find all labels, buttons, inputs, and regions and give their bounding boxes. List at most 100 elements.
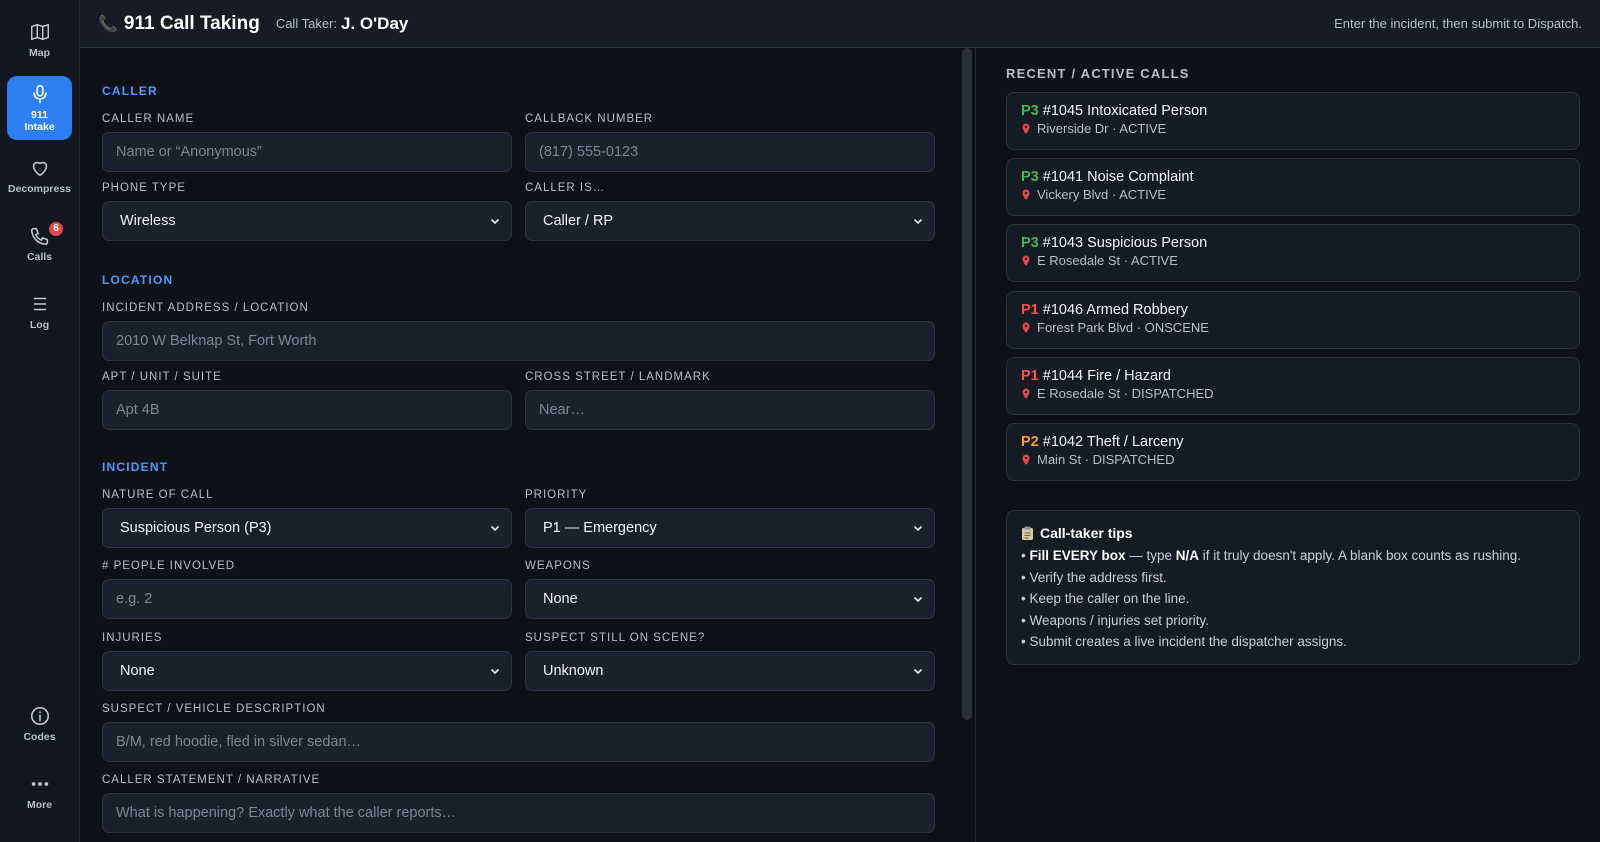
apt-unit-label: APT / UNIT / SUITE xyxy=(102,371,222,383)
sidebar-item-more[interactable]: More xyxy=(7,760,72,824)
caller-is-value: Caller / RP xyxy=(543,213,614,229)
sidebar-item-map[interactable]: Map xyxy=(7,8,72,72)
priority-label: PRIORITY xyxy=(525,489,588,501)
tip-text: Verify the address first. xyxy=(1029,569,1167,585)
weapons-select[interactable]: None xyxy=(525,579,935,619)
suspect-on-scene-select[interactable]: Unknown xyxy=(525,651,935,691)
phone-receiver-icon: 📞 xyxy=(98,15,118,33)
sidebar-item-log[interactable]: Log xyxy=(7,280,72,344)
top-header: 📞 911 Call Taking Call Taker: J. O'Day E… xyxy=(80,0,1600,48)
chevron-down-icon xyxy=(913,525,923,532)
list-icon xyxy=(33,297,46,311)
sidebar: Map 911 Intake Decompress 6 Calls Log Co… xyxy=(0,0,80,842)
more-icon xyxy=(31,782,48,786)
sidebar-item-label: 911 Intake xyxy=(24,108,55,133)
incident-address-input[interactable] xyxy=(102,321,935,361)
intake-form: CALLER CALLER NAME CALLBACK NUMBER PHONE… xyxy=(80,48,976,842)
heart-icon xyxy=(32,161,47,177)
caller-name-input[interactable] xyxy=(102,132,512,172)
caller-is-label: CALLER IS… xyxy=(525,182,606,194)
cross-street-label: CROSS STREET / LANDMARK xyxy=(525,371,711,383)
tip-text: — type xyxy=(1125,548,1176,563)
page-title-text: 911 Call Taking xyxy=(123,12,260,34)
chevron-down-icon xyxy=(913,596,923,603)
suspect-on-scene-value: Unknown xyxy=(543,663,604,679)
location-pin-icon xyxy=(1022,255,1030,266)
suspect-on-scene-label: SUSPECT STILL ON SCENE? xyxy=(525,632,706,644)
priority-select[interactable]: P1 — Emergency xyxy=(525,508,935,548)
narrative-label: CALLER STATEMENT / NARRATIVE xyxy=(102,774,321,786)
section-title-incident: INCIDENT xyxy=(102,460,169,474)
incident-address-label: INCIDENT ADDRESS / LOCATION xyxy=(102,302,309,314)
phone-type-select[interactable]: Wireless xyxy=(102,201,512,241)
chevron-down-icon xyxy=(490,525,500,532)
phone-type-label: PHONE TYPE xyxy=(102,182,186,194)
call-taker-tips: Call-taker tips • Fill EVERY box — type … xyxy=(1006,510,1580,665)
info-icon xyxy=(30,706,49,725)
call-title: #1041 Noise Complaint xyxy=(1042,169,1194,185)
cross-street-input[interactable] xyxy=(525,390,935,430)
priority-tag: P3 xyxy=(1021,235,1039,251)
call-card[interactable]: P1 #1044 Fire / Hazard E Rosedale St · DI… xyxy=(1006,357,1580,415)
sidebar-item-decompress[interactable]: Decompress xyxy=(7,144,72,208)
call-detail: E Rosedale St · DISPATCHED xyxy=(1037,386,1214,401)
sidebar-item-label: Map xyxy=(29,46,50,59)
priority-tag: P3 xyxy=(1021,103,1039,119)
location-pin-icon xyxy=(1022,189,1030,200)
section-title-caller: CALLER xyxy=(102,84,158,98)
call-title: #1042 Theft / Larceny xyxy=(1042,434,1184,450)
tip-item: • Fill EVERY box — type N/A if it truly … xyxy=(1021,548,1522,563)
call-detail: Main St · DISPATCHED xyxy=(1037,452,1175,467)
people-involved-label: # PEOPLE INVOLVED xyxy=(102,560,236,572)
tips-title-text: Call-taker tips xyxy=(1040,525,1133,541)
sidebar-item-911-intake[interactable]: 911 Intake xyxy=(7,76,72,140)
people-involved-input[interactable] xyxy=(102,579,512,619)
call-card[interactable]: P3 #1043 Suspicious Person E Rosedale St … xyxy=(1006,224,1580,282)
callback-number-label: CALLBACK NUMBER xyxy=(525,113,654,125)
sidebar-item-codes[interactable]: Codes xyxy=(7,692,72,756)
call-card[interactable]: P3 #1045 Intoxicated Person Riverside Dr … xyxy=(1006,92,1580,150)
phone-type-value: Wireless xyxy=(120,213,176,229)
tip-text: Submit creates a live incident the dispa… xyxy=(1029,634,1347,649)
tip-item: • Submit creates a live incident the dis… xyxy=(1021,634,1347,649)
caller-is-select[interactable]: Caller / RP xyxy=(525,201,935,241)
suspect-description-label: SUSPECT / VEHICLE DESCRIPTION xyxy=(102,703,326,715)
tip-na-text: N/A xyxy=(1175,548,1200,563)
section-title-location: LOCATION xyxy=(102,273,174,287)
sidebar-item-calls[interactable]: 6 Calls xyxy=(7,212,72,276)
location-pin-icon xyxy=(1022,123,1030,134)
call-detail: E Rosedale St · ACTIVE xyxy=(1037,253,1178,268)
narrative-input[interactable] xyxy=(102,793,935,833)
call-card[interactable]: P2 #1042 Theft / Larceny Main St · DISPAT… xyxy=(1006,423,1580,481)
chevron-down-icon xyxy=(490,668,500,675)
call-detail: Riverside Dr · ACTIVE xyxy=(1037,121,1167,136)
call-detail: Vickery Blvd · ACTIVE xyxy=(1037,187,1167,202)
tip-item: • Keep the caller on the line. xyxy=(1021,591,1190,606)
injuries-select[interactable]: None xyxy=(102,651,512,691)
chevron-down-icon xyxy=(490,218,500,225)
call-detail: Forest Park Blvd · ONSCENE xyxy=(1037,320,1209,335)
injuries-value: None xyxy=(120,663,155,679)
sidebar-item-label: Log xyxy=(29,318,50,331)
call-title: #1043 Suspicious Person xyxy=(1042,235,1208,251)
header-hint: Enter the incident, then submit to Dispa… xyxy=(1334,16,1582,31)
call-card[interactable]: P1 #1046 Armed Robbery Forest Park Blvd ·… xyxy=(1006,291,1580,349)
priority-tag: P3 xyxy=(1021,169,1039,185)
nature-of-call-select[interactable]: Suspicious Person (P3) xyxy=(102,508,512,548)
location-pin-icon xyxy=(1022,388,1030,399)
apt-unit-input[interactable] xyxy=(102,390,512,430)
location-pin-icon xyxy=(1022,454,1030,465)
form-scrollbar[interactable] xyxy=(962,48,972,720)
chevron-down-icon xyxy=(913,218,923,225)
weapons-label: WEAPONS xyxy=(525,560,591,572)
location-pin-icon xyxy=(1022,322,1030,333)
sidebar-item-label: Codes xyxy=(23,730,56,743)
call-card[interactable]: P3 #1041 Noise Complaint Vickery Blvd · A… xyxy=(1006,158,1580,216)
priority-tag: P1 xyxy=(1021,302,1039,318)
tip-text: Keep the caller on the line. xyxy=(1029,591,1190,606)
tip-item: • Weapons / injuries set priority. xyxy=(1021,612,1210,628)
suspect-description-input[interactable] xyxy=(102,722,935,762)
callback-number-input[interactable] xyxy=(525,132,935,172)
call-taker-label: Call Taker: xyxy=(275,16,337,31)
call-taker-name: J. O'Day xyxy=(341,13,409,33)
